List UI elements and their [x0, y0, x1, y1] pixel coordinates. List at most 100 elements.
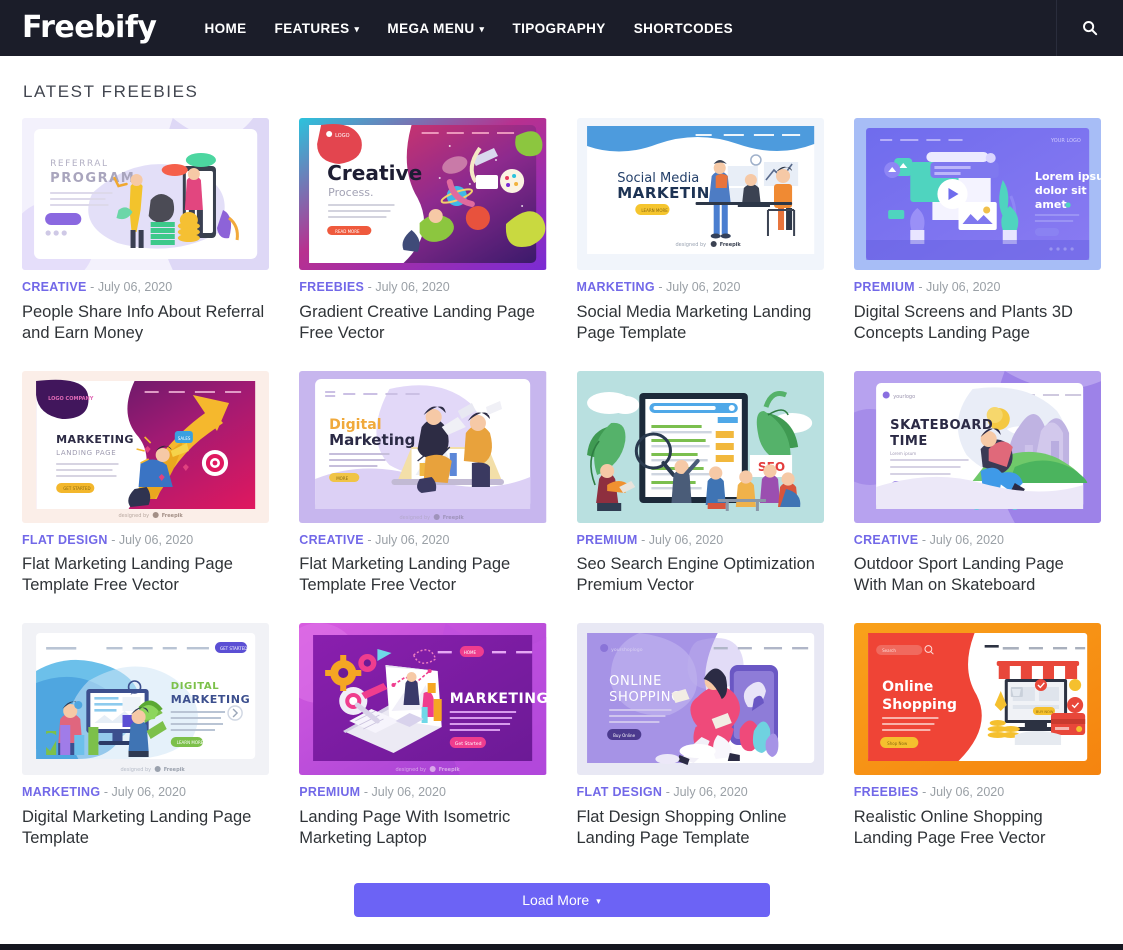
nav-item-features[interactable]: FEATURES ▾ — [261, 21, 374, 36]
card-date: July 06, 2020 — [97, 280, 173, 294]
svg-text:GET STARTED: GET STARTED — [63, 486, 90, 491]
card-title-link[interactable]: Seo Search Engine Optimization Premium V… — [577, 554, 824, 596]
card-thumbnail-referral-program[interactable]: REFERRAL PROGRAM — [22, 118, 270, 270]
card-category-link[interactable]: CREATIVE — [22, 280, 87, 294]
card-title-link[interactable]: Flat Design Shopping Online Landing Page… — [577, 807, 824, 849]
svg-text:HOME: HOME — [464, 650, 477, 655]
card-thumbnail-marketing-arrow[interactable]: LOGO COMPANY MARKETING LANDING PAGE GET … — [22, 370, 270, 523]
seo-optimization-illustration: SEO — [576, 370, 824, 523]
svg-text:MARKETING: MARKETING — [617, 184, 723, 202]
social-media-marketing-illustration: Social Media MARKETING LEARN MORE design… — [576, 118, 824, 270]
svg-text:DIGITAL: DIGITAL — [171, 681, 220, 692]
card-title-link[interactable]: People Share Info About Referral and Ear… — [22, 302, 269, 344]
card-date: July 06, 2020 — [371, 785, 446, 800]
card-meta: FLAT DESIGN - July 06, 2020 — [577, 786, 824, 799]
card-category-link[interactable]: FREEBIES — [299, 280, 364, 294]
card-thumbnail-seo-optimization[interactable]: SEO — [576, 370, 824, 523]
svg-text:Process.: Process. — [328, 186, 373, 199]
card-thumbnail-skateboard-time[interactable]: yourlogo SKATEBOARD TIME Lorem ipsum — [853, 370, 1101, 523]
card-title-link[interactable]: Outdoor Sport Landing Page With Man on S… — [854, 554, 1101, 596]
svg-text:READ MORE: READ MORE — [335, 229, 360, 234]
card-category-link[interactable]: PREMIUM — [854, 280, 915, 294]
nav-label: MEGA MENU — [387, 20, 475, 36]
digital-screens-3d-illustration: YOUR LOGO Lorem ipsu dolor sit amet — [853, 118, 1101, 270]
svg-text:Freepik: Freepik — [719, 242, 741, 248]
meta-separator: - — [641, 532, 646, 547]
card-meta: FREEBIES - July 06, 2020 — [299, 281, 546, 294]
card-date: July 06, 2020 — [375, 280, 450, 294]
card-item: Social Media MARKETING LEARN MORE design… — [576, 118, 824, 344]
site-logo[interactable]: Freebify — [22, 13, 157, 43]
marketing-arrow-illustration: LOGO COMPANY MARKETING LANDING PAGE GET … — [22, 370, 270, 523]
card-thumbnail-isometric-marketing[interactable]: HOME MARKETING Get Started designed by F… — [299, 623, 547, 776]
freebies-grid-row-2: LOGO COMPANY MARKETING LANDING PAGE GET … — [22, 370, 1101, 597]
svg-text:Freepik: Freepik — [164, 767, 186, 773]
digital-marketing-blue-illustration: GET STARTED DIGITAL MARKETING LEARN MORE — [22, 623, 270, 776]
card-title-link[interactable]: Flat Marketing Landing Page Template Fre… — [22, 554, 269, 596]
card-meta: FLAT DESIGN - July 06, 2020 — [22, 533, 269, 547]
svg-text:Search: Search — [882, 648, 896, 653]
svg-text:SHOPPING: SHOPPING — [609, 690, 682, 705]
svg-text:MORE: MORE — [336, 476, 348, 481]
card-thumbnail-online-shopping-purple[interactable]: yourshoplogo ONLINE SHOPPING Buy Online — [576, 623, 824, 776]
card-date: July 06, 2020 — [926, 280, 1001, 294]
card-title-link[interactable]: Gradient Creative Landing Page Free Vect… — [299, 302, 546, 344]
card-meta: CREATIVE - July 06, 2020 — [854, 533, 1101, 547]
card-category-link[interactable]: PREMIUM — [577, 533, 638, 547]
svg-text:yourshoplogo: yourshoplogo — [611, 647, 643, 653]
svg-text:Buy Online: Buy Online — [613, 733, 635, 738]
card-category-link[interactable]: FREEBIES — [854, 785, 919, 799]
card-title-link[interactable]: Realistic Online Shopping Landing Page F… — [854, 807, 1101, 849]
card-category-link[interactable]: MARKETING — [22, 785, 100, 799]
svg-text:dolor sit: dolor sit — [1035, 184, 1088, 197]
card-item: LOGO Creative Process. READ MORE FREEBIE… — [299, 118, 547, 344]
svg-text:BUY NOW: BUY NOW — [1036, 710, 1054, 714]
svg-text:designed by: designed by — [400, 515, 431, 521]
nav-item-shortcodes[interactable]: SHORTCODES — [620, 21, 747, 36]
card-title-link[interactable]: Flat Marketing Landing Page Template Fre… — [299, 554, 546, 596]
card-category-link[interactable]: FLAT DESIGN — [22, 533, 108, 547]
svg-text:MARKETING: MARKETING — [171, 693, 251, 706]
card-category-link[interactable]: MARKETING — [577, 280, 655, 294]
search-button[interactable] — [1056, 0, 1123, 56]
card-thumbnail-social-media-marketing[interactable]: Social Media MARKETING LEARN MORE design… — [576, 118, 824, 270]
card-title-link[interactable]: Digital Marketing Landing Page Template — [22, 807, 269, 849]
card-thumbnail-digital-marketing-laptop[interactable]: Digital Marketing MORE designed by Freep… — [299, 370, 547, 523]
svg-text:LOGO: LOGO — [335, 133, 349, 139]
svg-text:LEARN MORE: LEARN MORE — [641, 208, 668, 213]
freebies-grid-row-1: REFERRAL PROGRAM CREATIVE - July 06, 202… — [22, 118, 1101, 344]
svg-text:LEARN MORE: LEARN MORE — [177, 740, 204, 745]
card-thumbnail-digital-marketing-blue[interactable]: GET STARTED DIGITAL MARKETING LEARN MORE — [22, 623, 270, 776]
card-meta: FREEBIES - July 06, 2020 — [854, 786, 1101, 799]
freebies-grid-row-3: GET STARTED DIGITAL MARKETING LEARN MORE — [22, 623, 1101, 849]
svg-text:MARKETING: MARKETING — [450, 691, 546, 707]
nav-item-home[interactable]: HOME — [190, 21, 260, 36]
svg-text:designed by: designed by — [396, 767, 427, 773]
isometric-marketing-illustration: HOME MARKETING Get Started designed by F… — [299, 623, 547, 776]
card-category-link[interactable]: CREATIVE — [854, 533, 919, 547]
svg-text:Get Started: Get Started — [455, 741, 482, 747]
online-shopping-orange-illustration: Search Online Shopping Shop Now BUY NOW — [853, 623, 1101, 776]
svg-text:MARKETING: MARKETING — [56, 433, 134, 446]
card-thumbnail-digital-screens-3d[interactable]: YOUR LOGO Lorem ipsu dolor sit amet — [853, 118, 1101, 270]
load-more-button[interactable]: Load More ▾ — [353, 883, 770, 918]
card-category-link[interactable]: PREMIUM — [299, 785, 360, 799]
card-thumbnail-online-shopping-orange[interactable]: Search Online Shopping Shop Now BUY NOW — [853, 623, 1101, 776]
svg-text:Shopping: Shopping — [882, 697, 957, 713]
card-title-link[interactable]: Landing Page With Isometric Marketing La… — [299, 807, 546, 849]
card-title-link[interactable]: Social Media Marketing Landing Page Temp… — [577, 302, 824, 344]
svg-text:Lorem ipsum: Lorem ipsum — [890, 451, 916, 456]
meta-separator: - — [90, 280, 95, 294]
card-title-link[interactable]: Digital Screens and Plants 3D Concepts L… — [854, 302, 1101, 344]
card-item: yourlogo SKATEBOARD TIME Lorem ipsum CRE… — [853, 370, 1101, 597]
card-category-link[interactable]: FLAT DESIGN — [577, 785, 663, 799]
nav-item-tipography[interactable]: TIPOGRAPHY — [498, 21, 619, 36]
svg-text:SKATEBOARD: SKATEBOARD — [890, 418, 993, 433]
svg-text:SALES: SALES — [178, 436, 191, 441]
nav-item-mega-menu[interactable]: MEGA MENU ▾ — [373, 21, 498, 36]
card-thumbnail-gradient-creative[interactable]: LOGO Creative Process. READ MORE — [299, 118, 547, 270]
chevron-down-icon: ▾ — [596, 895, 601, 906]
skateboard-time-illustration: yourlogo SKATEBOARD TIME Lorem ipsum — [853, 370, 1101, 523]
svg-text:LOGO COMPANY: LOGO COMPANY — [48, 396, 94, 402]
card-category-link[interactable]: CREATIVE — [299, 533, 364, 547]
